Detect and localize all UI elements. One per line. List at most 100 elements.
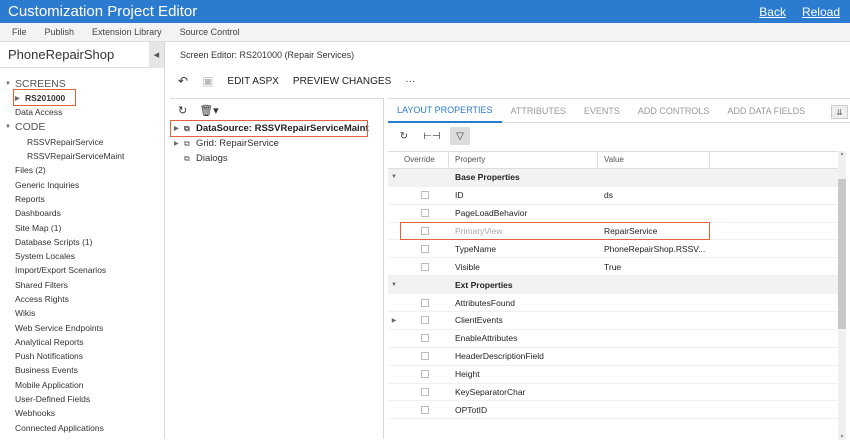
property-value[interactable]: RepairService xyxy=(598,226,710,236)
edit-aspx-button[interactable]: EDIT ASPX xyxy=(227,76,279,87)
tree-item[interactable]: Analytical Reports xyxy=(0,335,164,349)
more-options-icon[interactable]: ··· xyxy=(405,76,415,87)
override-checkbox[interactable] xyxy=(420,298,429,307)
tree-item[interactable]: Wikis xyxy=(0,306,164,320)
reload-link[interactable]: Reload xyxy=(802,5,840,19)
tab-add-controls[interactable]: ADD CONTROLS xyxy=(629,99,719,123)
tab-events[interactable]: EVENTS xyxy=(575,99,629,123)
tree-item[interactable]: Web Service Endpoints xyxy=(0,320,164,334)
tree-item[interactable]: Generic Inquiries xyxy=(0,177,164,191)
tree-item[interactable]: Import/Export Scenarios xyxy=(0,263,164,277)
menu-source-control[interactable]: Source Control xyxy=(180,27,240,37)
tree-item[interactable]: Shared Filters xyxy=(0,278,164,292)
screen-editor-header: Screen Editor: RS201000 (Repair Services… xyxy=(170,44,850,66)
refresh-icon[interactable]: ↻ xyxy=(178,104,187,117)
override-checkbox[interactable] xyxy=(420,316,429,325)
menu-file[interactable]: File xyxy=(12,27,27,37)
property-row[interactable]: Visible True xyxy=(388,258,838,277)
property-row[interactable]: PrimaryView RepairService xyxy=(388,223,838,241)
override-checkbox[interactable] xyxy=(420,227,429,235)
property-row[interactable]: ID ds xyxy=(388,187,838,205)
property-row[interactable]: OPTotID xyxy=(388,401,838,420)
tree-item[interactable]: Dashboards xyxy=(0,206,164,220)
override-cell xyxy=(400,191,449,200)
tree-node-datasource[interactable]: ▶ ⧉ DataSource: RSSVRepairServiceMaint xyxy=(170,121,383,136)
tree-item[interactable]: System Locales xyxy=(0,249,164,263)
group-row[interactable]: ▼ Base Properties xyxy=(388,168,838,187)
tree-item[interactable]: User-Defined Fields xyxy=(0,392,164,406)
property-value[interactable]: PhoneRepairShop.RSSV... xyxy=(598,244,710,254)
undo-icon[interactable]: ↶ xyxy=(178,74,188,88)
tree-item-code[interactable]: RSSVRepairServiceMaint xyxy=(0,149,164,163)
collapse-panel-button[interactable]: ◀ xyxy=(149,42,164,68)
preview-changes-button[interactable]: PREVIEW CHANGES xyxy=(293,76,391,87)
tree-item[interactable]: Webhooks xyxy=(0,406,164,420)
scroll-up-icon[interactable]: ▲ xyxy=(838,151,846,157)
override-checkbox[interactable] xyxy=(420,262,429,271)
tab-attributes[interactable]: ATTRIBUTES xyxy=(502,99,575,123)
property-value[interactable]: True xyxy=(598,262,710,272)
override-checkbox[interactable] xyxy=(420,405,429,414)
tree-item-code[interactable]: RSSVRepairService xyxy=(0,135,164,149)
tree-item[interactable]: Business Events xyxy=(0,363,164,377)
property-row[interactable]: ▶ ClientEvents xyxy=(388,312,838,330)
refresh-icon[interactable]: ↻ xyxy=(394,127,414,145)
tree-item-rs201000[interactable]: ▶ RS201000 xyxy=(0,91,164,105)
tree-item[interactable]: Access Rights xyxy=(0,292,164,306)
tab-add-data-fields[interactable]: ADD DATA FIELDS xyxy=(718,99,814,123)
group-label: Base Properties xyxy=(455,172,520,183)
tree-item[interactable]: Database Scripts (1) xyxy=(0,235,164,249)
save-icon[interactable]: ▣ xyxy=(202,74,213,88)
header-property[interactable]: Property xyxy=(449,152,598,168)
override-checkbox[interactable] xyxy=(420,209,429,218)
override-checkbox[interactable] xyxy=(420,388,429,397)
app-title: Customization Project Editor xyxy=(8,3,198,20)
delete-icon[interactable]: 🗑▾ xyxy=(199,104,219,117)
tree-item[interactable]: Files (2) xyxy=(0,163,164,177)
chevron-down-icon[interactable]: ▼ xyxy=(388,174,400,180)
tree-item[interactable]: Reports xyxy=(0,192,164,206)
property-row[interactable]: AttributesFound xyxy=(388,294,838,313)
tree-item-label: Webhooks xyxy=(15,408,56,419)
tree-item-label: Access Rights xyxy=(15,294,69,304)
tree-item[interactable]: Connected Applications xyxy=(0,421,164,435)
menu-publish[interactable]: Publish xyxy=(45,27,75,37)
override-checkbox[interactable] xyxy=(420,334,429,343)
override-checkbox[interactable] xyxy=(420,370,429,379)
back-link[interactable]: Back xyxy=(759,5,786,19)
scroll-thumb[interactable] xyxy=(838,179,846,329)
property-row[interactable]: KeySeparatorChar xyxy=(388,384,838,402)
tab-layout-properties[interactable]: LAYOUT PROPERTIES xyxy=(388,99,502,123)
tree-item-label: Database Scripts (1) xyxy=(15,236,93,247)
property-row[interactable]: Height xyxy=(388,366,838,384)
property-row[interactable]: EnableAttributes xyxy=(388,330,838,348)
tree-node-dialogs[interactable]: ⧉ Dialogs xyxy=(170,151,383,166)
tree-node-grid[interactable]: ▶ ⧉ Grid: RepairService xyxy=(170,136,383,151)
property-value[interactable]: ds xyxy=(598,190,710,200)
tree-section-screens[interactable]: ▼ SCREENS xyxy=(0,76,164,91)
project-name: PhoneRepairShop ◀ xyxy=(0,42,164,68)
tree-item[interactable]: Site Map (1) xyxy=(0,220,164,234)
chevron-right-icon[interactable]: ▶ xyxy=(388,317,400,324)
override-checkbox[interactable] xyxy=(420,191,429,200)
tree-item[interactable]: Mobile Application xyxy=(0,378,164,392)
chevron-down-icon[interactable]: ▼ xyxy=(388,282,400,288)
filter-icon[interactable]: ▽ xyxy=(450,127,470,145)
grid-scrollbar[interactable]: ▲ ▼ xyxy=(838,151,846,440)
override-checkbox[interactable] xyxy=(420,352,429,361)
property-row[interactable]: PageLoadBehavior xyxy=(388,205,838,223)
menu-extension-library[interactable]: Extension Library xyxy=(92,27,162,37)
fit-columns-icon[interactable]: ⊢⊣ xyxy=(422,127,442,145)
override-checkbox[interactable] xyxy=(420,244,429,253)
property-row[interactable]: TypeName PhoneRepairShop.RSSV... xyxy=(388,240,838,259)
scroll-down-icon[interactable]: ▼ xyxy=(838,434,846,440)
tree-item[interactable]: Push Notifications xyxy=(0,349,164,363)
property-row[interactable]: HeaderDescriptionField xyxy=(388,348,838,366)
tree-section-code[interactable]: ▼ CODE xyxy=(0,120,164,135)
collapse-tabs-icon[interactable]: ⇊ xyxy=(831,105,848,119)
override-cell xyxy=(400,316,449,325)
header-override[interactable]: Override xyxy=(400,152,449,168)
header-value[interactable]: Value xyxy=(598,152,710,168)
group-row[interactable]: ▼ Ext Properties xyxy=(388,276,838,295)
tree-item-data-access[interactable]: Data Access xyxy=(0,105,164,119)
